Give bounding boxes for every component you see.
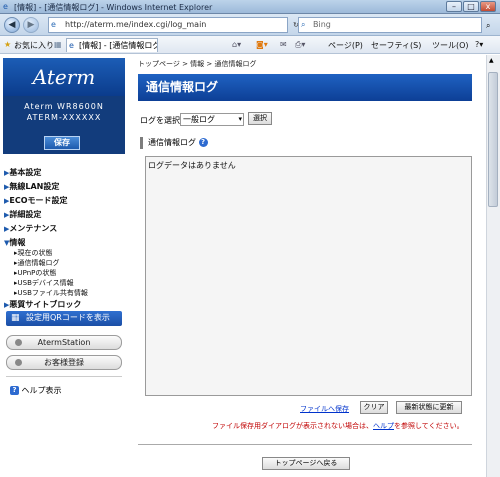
window-titlebar: e [情報] - [通信情報ログ] - Windows Internet Exp… [0,0,500,14]
qr-icon: ▦ [11,313,20,323]
menu-info[interactable]: ▼情報 [4,237,25,248]
submenu-upnp-status[interactable]: ▸UPnPの状態 [14,268,56,278]
search-input[interactable]: Bing [298,17,482,33]
browser-tab[interactable]: e [情報] - [通信情報ログ] [66,38,158,52]
help-icon: ? [10,386,19,395]
help-link[interactable]: ? ヘルプ表示 [10,385,62,396]
show-qr-button[interactable]: ▦ 設定用QRコードを表示 [6,311,122,326]
rss-icon[interactable]: ◙▾ [256,40,268,49]
save-button[interactable]: 保存 [44,136,80,150]
log-select-label: ログを選択 [140,116,180,125]
url-input[interactable]: http://aterm.me/index.cgi/log_main [48,17,288,33]
log-textarea[interactable]: ログデータはありません [145,156,472,396]
breadcrumb: トップページ > 情報 > 通信情報ログ [138,60,257,68]
scrollbar-thumb[interactable] [488,72,498,207]
menu-wireless-lan[interactable]: ▶無線LAN設定 [4,181,59,192]
atermstation-button[interactable]: AtermStation [6,335,122,350]
tab-icon: e [69,41,74,50]
favorites-bar: ★ お気に入り ▦ e [情報] - [通信情報ログ] ⌂▾ ◙▾ ✉ ⎙▾ ペ… [0,36,500,54]
submenu-usb-device[interactable]: ▸USBデバイス情報 [14,278,74,288]
aterm-logo: Aterm [3,58,125,96]
sidebar-divider [6,376,122,377]
safety-menu[interactable]: セーフティ(S) [371,40,421,51]
mail-icon[interactable]: ✉ [280,40,287,49]
address-toolbar: ◀ ▶ http://aterm.me/index.cgi/log_main e… [0,14,500,36]
page-title: 通信情報ログ [138,74,472,101]
clear-button[interactable]: クリア [360,401,388,414]
tools-menu[interactable]: ツール(O) [432,40,469,51]
help-icon[interactable]: ? [198,138,208,147]
select-button[interactable]: 選択 [248,112,272,125]
page-menu[interactable]: ページ(P) [328,40,363,51]
search-go-icon[interactable]: ⌕ [486,21,490,31]
menu-eco-mode[interactable]: ▶ECOモード設定 [4,195,68,206]
submenu-current-status[interactable]: ▸現在の状態 [14,248,53,258]
warning-text: ファイル保存用ダイアログが表示されない場合は、ヘルプを参照してください。 [212,422,464,430]
home-icon[interactable]: ⌂▾ [232,40,241,49]
divider [138,444,472,445]
menu-maintenance[interactable]: ▶メンテナンス [4,223,57,234]
forward-button[interactable]: ▶ [23,17,39,33]
bullet-icon [15,339,22,346]
menu-site-block[interactable]: ▶悪質サイトブロック [4,299,81,310]
search-icon: ⌕ [301,20,306,29]
dropdown-arrow-icon: ▾ [238,115,242,123]
help-circle-icon[interactable]: ?▾ [475,40,483,49]
refresh-button[interactable]: 最新状態に更新 [396,401,462,414]
product-id: ATERM-XXXXXX [26,113,102,122]
menu-advanced[interactable]: ▶詳細設定 [4,209,41,220]
back-to-top-button[interactable]: トップページへ戻る [262,457,350,470]
back-button[interactable]: ◀ [4,17,20,33]
print-icon[interactable]: ⎙▾ [295,40,305,50]
section-title: 通信情報ログ ? [140,137,472,149]
log-type-select[interactable]: 一般ログ ▾ [180,113,244,126]
help-link-inline[interactable]: ヘルプ [373,422,394,430]
ie-icon: e [3,2,8,11]
product-name: Aterm WR8600N [24,102,104,111]
menu-basic-settings[interactable]: ▶基本設定 [4,167,41,178]
submenu-usb-share[interactable]: ▸USBファイル共有情報 [14,288,88,298]
scroll-up-icon[interactable]: ▲ [489,57,494,64]
grid-icon[interactable]: ▦ [54,40,62,49]
minimize-button[interactable]: – [446,1,462,12]
save-to-file-link[interactable]: ファイルへ保存 [300,404,349,414]
submenu-comm-log[interactable]: ▸通信情報ログ [14,258,60,268]
customer-register-button[interactable]: お客様登録 [6,355,122,370]
favorites-button[interactable]: お気に入り [14,40,54,51]
star-icon[interactable]: ★ [4,40,11,49]
page-icon: e [51,20,56,29]
bullet-icon [15,359,22,366]
window-title: [情報] - [通信情報ログ] - Windows Internet Explo… [14,3,213,12]
tab-title: [情報] - [通信情報ログ] [79,41,158,50]
maximize-button[interactable]: □ [463,1,479,12]
close-button[interactable]: x [480,1,496,12]
